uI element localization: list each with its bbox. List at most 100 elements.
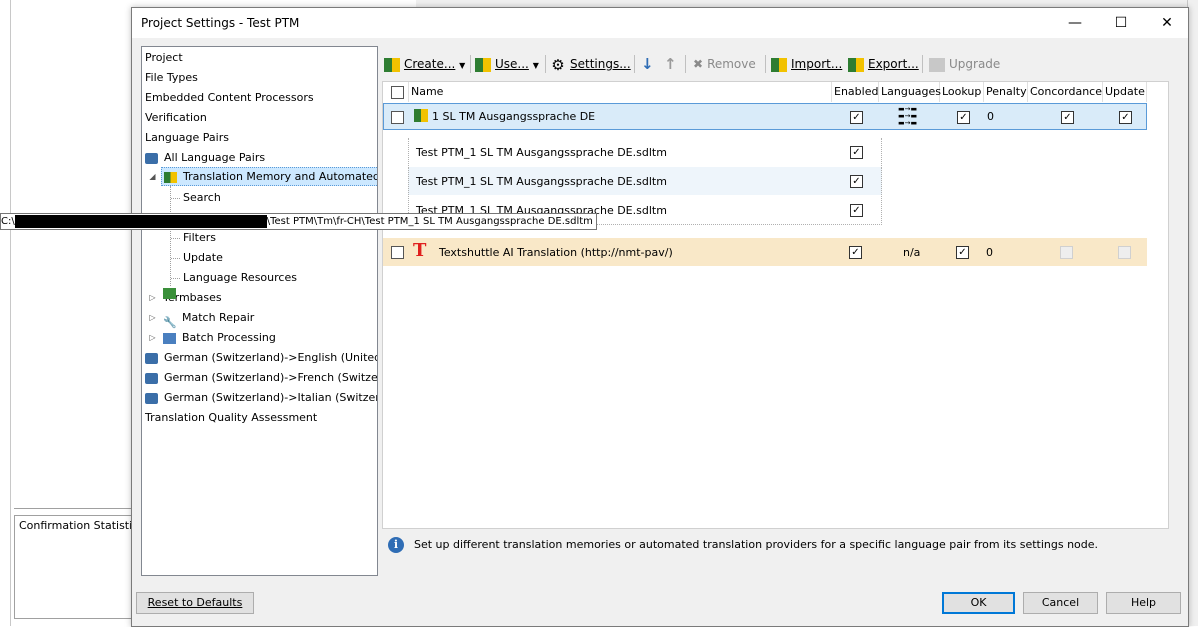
move-down-icon[interactable]: ↓ (641, 52, 654, 76)
enabled-checkbox[interactable]: ✓ (850, 146, 863, 159)
create-button[interactable]: Create... ▼ (384, 52, 465, 76)
tree-item-translation-memory[interactable]: Translation Memory and Automated Tr (161, 167, 377, 186)
header-lookup[interactable]: Lookup (940, 82, 984, 102)
tree-item-language-pairs[interactable]: Language Pairs (145, 128, 229, 147)
upgrade-button[interactable]: Upgrade (929, 52, 1000, 76)
collapse-icon[interactable]: ◢ (148, 172, 157, 181)
remove-button[interactable]: ✖ Remove (693, 52, 756, 76)
tree-item-match-repair[interactable]: 🔧 Match Repair (163, 308, 255, 329)
cancel-button[interactable]: Cancel (1023, 592, 1098, 614)
tree-item-label: Language Resources (183, 271, 297, 284)
tree-connector (171, 258, 180, 260)
lookup-checkbox[interactable]: ✓ (957, 111, 970, 124)
tree-item-embedded-content[interactable]: Embedded Content Processors (145, 88, 314, 107)
tree-item-label: File Types (145, 71, 198, 84)
lookup-checkbox[interactable]: ✓ (956, 246, 969, 259)
dropdown-arrow-icon[interactable]: ▼ (459, 61, 465, 70)
export-button[interactable]: Export... (848, 52, 919, 76)
tree-item-de-ch-fr[interactable]: German (Switzerland)->French (Switzerlan (145, 368, 377, 387)
maximize-button[interactable]: ☐ (1098, 8, 1144, 38)
table-row[interactable]: Test PTM_1 SL TM Ausgangssprache DE.sdlt… (408, 167, 882, 195)
batch-processing-icon (163, 332, 176, 344)
settings-label: Settings... (570, 57, 631, 71)
close-button[interactable]: ✕ (1144, 8, 1190, 38)
tree-connector (171, 238, 180, 240)
select-all-checkbox[interactable] (391, 86, 404, 99)
background-divider-horizontal (14, 508, 132, 509)
dialog-titlebar: Project Settings - Test PTM — ☐ ✕ (132, 8, 1188, 38)
header-update[interactable]: Update (1103, 82, 1147, 102)
tree-item-label: Filters (183, 231, 216, 244)
upgrade-label: Upgrade (949, 57, 1001, 71)
move-up-icon[interactable]: ↑ (664, 52, 677, 76)
gear-icon: ⚙ (551, 55, 565, 74)
reset-to-defaults-button[interactable]: Reset to Defaults (136, 592, 254, 614)
language-pair-icon (145, 372, 158, 384)
header-penalty[interactable]: Penalty (984, 82, 1028, 102)
upgrade-icon (929, 57, 945, 72)
header-name[interactable]: Name (409, 82, 832, 102)
tree-item-project[interactable]: Project (145, 48, 183, 67)
reset-label: Reset to Defaults (147, 596, 243, 609)
settings-tree: Project File Types Embedded Content Proc… (141, 46, 378, 576)
import-label: Import... (791, 57, 843, 71)
tree-connector (171, 278, 180, 280)
dropdown-arrow-icon[interactable]: ▼ (533, 61, 539, 70)
info-message: i Set up different translation memories o… (388, 536, 1098, 556)
tm-toolbar: Create... ▼ Use... ▼ ⚙ Settings... ↓ ↑ ✖ R… (382, 52, 1172, 76)
language-flags-icon: ▬→▬ ▬→▬ ▬→▬ (898, 105, 918, 127)
minimize-button[interactable]: — (1052, 8, 1098, 38)
import-icon (771, 57, 787, 72)
expand-icon[interactable]: ▷ (148, 313, 157, 322)
help-button[interactable]: Help (1106, 592, 1181, 614)
export-label: Export... (868, 57, 919, 71)
enabled-checkbox[interactable]: ✓ (850, 111, 863, 124)
project-settings-dialog: Project Settings - Test PTM — ☐ ✕ Projec… (131, 7, 1189, 627)
row-select-checkbox[interactable] (391, 246, 404, 259)
tree-item-file-types[interactable]: File Types (145, 68, 198, 87)
header-enabled[interactable]: Enabled (832, 82, 879, 102)
enabled-checkbox[interactable]: ✓ (850, 204, 863, 217)
tree-item-search[interactable]: Search (183, 188, 221, 207)
translation-memory-icon (414, 109, 428, 122)
enabled-checkbox[interactable]: ✓ (850, 175, 863, 188)
tree-item-tqa[interactable]: Translation Quality Assessment (145, 408, 317, 427)
table-row[interactable]: Test PTM_1 SL TM Ausgangssprache DE.sdlt… (408, 138, 882, 166)
tree-item-all-language-pairs[interactable]: All Language Pairs (145, 148, 265, 167)
table-row[interactable]: T Textshuttle AI Translation (http://nmt… (383, 238, 1147, 266)
settings-button[interactable]: ⚙ Settings... (550, 52, 631, 76)
row-select-checkbox[interactable] (391, 111, 404, 124)
header-concordance[interactable]: Concordance (1028, 82, 1103, 102)
toolbar-separator (545, 55, 546, 73)
expand-icon[interactable]: ▷ (148, 333, 157, 342)
update-checkbox (1118, 246, 1131, 259)
tree-item-label: Embedded Content Processors (145, 91, 314, 104)
ok-button[interactable]: OK (942, 592, 1015, 614)
tree-item-de-ch-en[interactable]: German (Switzerland)->English (United Ki (145, 348, 377, 367)
tree-item-batch-processing[interactable]: Batch Processing (163, 328, 276, 347)
tree-item-label: Match Repair (182, 311, 255, 324)
tree-item-label: Batch Processing (182, 331, 276, 344)
table-row[interactable]: 1 SL TM Ausgangssprache DE ✓ ▬→▬ ▬→▬ ▬→▬ ✓… (383, 103, 1147, 130)
tree-item-update[interactable]: Update (183, 248, 223, 267)
languages-value: n/a (903, 246, 921, 259)
translation-memory-icon (164, 171, 177, 183)
language-pair-icon (145, 352, 158, 364)
header-select-all[interactable] (383, 82, 409, 102)
expand-icon[interactable]: ▷ (148, 293, 157, 302)
tree-item-de-ch-it[interactable]: German (Switzerland)->Italian (Switzerla… (145, 388, 377, 407)
tree-item-language-resources[interactable]: Language Resources (183, 268, 297, 287)
confirmation-statistics-tab[interactable]: Confirmation Statistics (14, 515, 144, 537)
confirmation-statistics-panel (14, 536, 134, 619)
toolbar-separator (470, 55, 471, 73)
tree-item-verification[interactable]: Verification (145, 108, 207, 127)
tree-item-filters[interactable]: Filters (183, 228, 216, 247)
confirmation-statistics-label: Confirmation Statistics (19, 519, 144, 532)
update-checkbox[interactable]: ✓ (1119, 111, 1132, 124)
enabled-checkbox[interactable]: ✓ (849, 246, 862, 259)
header-languages[interactable]: Languages (879, 82, 941, 102)
tree-item-termbases[interactable]: Termbases (163, 288, 222, 307)
use-button[interactable]: Use... ▼ (475, 52, 539, 76)
concordance-checkbox[interactable]: ✓ (1061, 111, 1074, 124)
import-button[interactable]: Import... (771, 52, 842, 76)
